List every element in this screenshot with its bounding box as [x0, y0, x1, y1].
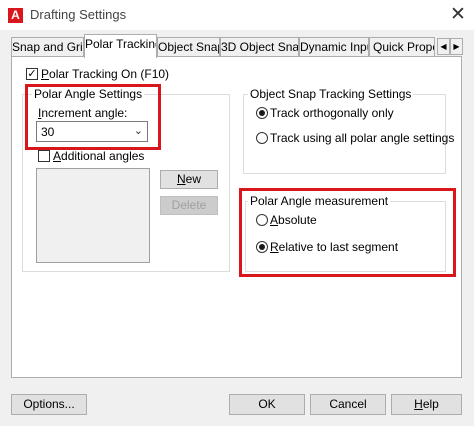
track-all-polar-radio[interactable]: [256, 132, 268, 144]
track-all-polar-label: Track using all polar angle settings: [270, 131, 455, 145]
polar-tracking-on-label: Polar Tracking On (F10): [41, 67, 170, 81]
tab-polar-tracking[interactable]: Polar Tracking: [84, 34, 157, 58]
additional-angles-list[interactable]: [36, 168, 150, 263]
polar-angle-measurement-title: Polar Angle measurement: [248, 194, 391, 208]
tab-object-snap[interactable]: Object Snap: [157, 37, 220, 56]
relative-to-last-segment-radio[interactable]: [256, 241, 268, 253]
close-icon[interactable]: ✕: [450, 3, 466, 26]
increment-angle-value: 30: [41, 125, 55, 139]
tab-quick-properties[interactable]: Quick Propert: [369, 37, 435, 56]
options-button[interactable]: Options...: [11, 394, 87, 415]
tab-scroll-left-icon[interactable]: ◀: [437, 38, 450, 55]
increment-angle-label: Increment angle:: [38, 106, 128, 120]
delete-angle-button[interactable]: Delete: [160, 196, 218, 215]
additional-angles-label: Additional angles: [53, 149, 145, 163]
help-button[interactable]: Help: [391, 394, 462, 415]
tab-snap-and-grid[interactable]: Snap and Grid: [11, 37, 84, 56]
additional-angles-checkbox[interactable]: [38, 150, 50, 162]
polar-angle-measurement-group: [245, 201, 446, 272]
absolute-radio[interactable]: [256, 214, 268, 226]
autocad-logo-icon: A: [8, 8, 23, 23]
title-bar: A Drafting Settings ✕: [0, 0, 474, 30]
window-title: Drafting Settings: [30, 7, 127, 22]
tab-3d-object-snap[interactable]: 3D Object Snap: [220, 37, 299, 56]
polar-angle-settings-title: Polar Angle Settings: [32, 87, 145, 101]
tab-scroll-right-icon[interactable]: ▶: [450, 38, 463, 55]
cancel-button[interactable]: Cancel: [310, 394, 386, 415]
tab-dynamic-input[interactable]: Dynamic Input: [299, 37, 369, 56]
ok-button[interactable]: OK: [229, 394, 305, 415]
increment-angle-select[interactable]: 30 ⌄: [36, 121, 148, 142]
polar-tracking-on-checkbox[interactable]: ✓: [26, 68, 38, 80]
absolute-label: Absolute: [270, 213, 317, 227]
new-angle-button[interactable]: New: [160, 170, 218, 189]
track-orthogonally-radio[interactable]: [256, 107, 268, 119]
relative-to-last-segment-label: Relative to last segment: [270, 240, 399, 254]
object-snap-tracking-title: Object Snap Tracking Settings: [248, 87, 414, 101]
track-orthogonally-label: Track orthogonally only: [270, 106, 394, 120]
chevron-down-icon: ⌄: [133, 125, 143, 137]
